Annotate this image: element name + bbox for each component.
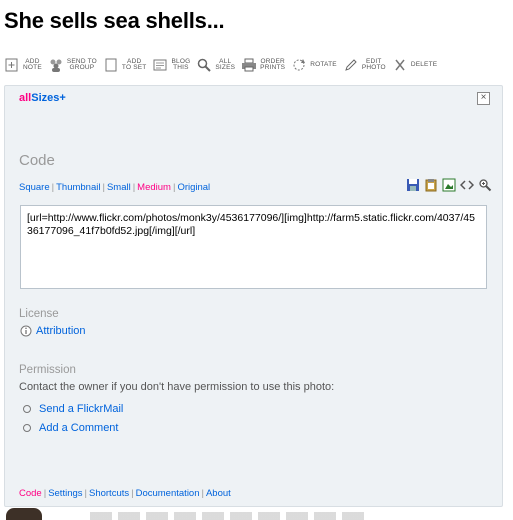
separator: | — [102, 182, 105, 193]
truncated-text — [90, 512, 370, 520]
set-icon — [105, 58, 117, 72]
separator: | — [84, 488, 87, 499]
blog-this-button[interactable]: BLOG THIS — [152, 57, 190, 73]
delete-icon — [395, 59, 405, 71]
footer-about-link[interactable]: About — [206, 488, 231, 499]
send-to-group-button[interactable]: SEND TO GROUP — [48, 57, 97, 73]
brand-sizes: Sizes+ — [31, 92, 66, 104]
footer-settings-link[interactable]: Settings — [48, 488, 82, 499]
bullet-icon — [23, 424, 31, 432]
rotate-label: ROTATE — [310, 60, 337, 68]
permission-text: Contact the owner if you don't have perm… — [19, 381, 335, 393]
blog-icon — [153, 59, 167, 71]
separator: | — [131, 488, 134, 499]
send-flickrmail-label: Send a FlickrMail — [39, 403, 124, 415]
zoom-icon[interactable] — [478, 178, 492, 192]
pencil-icon — [345, 59, 357, 71]
footer-documentation-link[interactable]: Documentation — [136, 488, 200, 499]
add-comment-label: Add a Comment — [39, 422, 119, 434]
code-heading: Code — [19, 152, 55, 169]
printer-icon — [242, 58, 257, 72]
add-to-set-label-2: TO SET — [121, 64, 147, 71]
photo-toolbar: ADD NOTE SEND TO GROUP ADD TO SET BLOG THIS … — [4, 55, 443, 75]
size-selector: Square | Thumbnail | Small | Medium | Original — [19, 182, 210, 193]
note-icon — [5, 58, 18, 72]
code-icon[interactable] — [459, 178, 475, 192]
footer-code-link[interactable]: Code — [19, 488, 42, 499]
group-icon — [50, 59, 62, 72]
license-heading: License — [19, 308, 59, 320]
delete-button[interactable]: DELETE — [392, 57, 438, 73]
separator: | — [132, 182, 136, 193]
separator: | — [51, 182, 55, 193]
code-textarea[interactable]: [url=http://www.flickr.com/photos/monk3y… — [20, 205, 487, 289]
license-link-label: Attribution — [36, 325, 86, 337]
bullet-icon — [23, 405, 31, 413]
permission-heading: Permission — [19, 364, 76, 376]
rotate-button[interactable]: ROTATE — [291, 57, 337, 73]
brand-all: all — [19, 92, 32, 104]
separator: | — [172, 182, 176, 193]
size-original-link[interactable]: Original — [177, 182, 210, 193]
all-sizes-button[interactable]: ALL SIZES — [196, 57, 235, 73]
code-tools — [402, 178, 492, 192]
order-prints-button[interactable]: ORDER PRINTS — [241, 57, 285, 73]
panel-footer: Code | Settings | Shortcuts | Documentation | Ab… — [19, 488, 231, 499]
license-link[interactable]: Attribution — [20, 325, 86, 337]
footer-shortcuts-link[interactable]: Shortcuts — [89, 488, 129, 499]
all-sizes-label-2: SIZES — [215, 64, 236, 71]
add-to-set-button[interactable]: ADD TO SET — [103, 57, 147, 73]
add-note-label-2: NOTE — [23, 64, 42, 71]
clipboard-icon[interactable] — [424, 178, 438, 192]
add-comment-link[interactable]: Add a Comment — [23, 422, 118, 434]
size-thumbnail-link[interactable]: Thumbnail — [56, 182, 100, 193]
page-title: She sells sea shells... — [4, 8, 225, 33]
delete-label: DELETE — [410, 60, 438, 68]
separator: | — [43, 488, 47, 499]
rotate-icon — [293, 59, 306, 71]
info-icon — [20, 325, 32, 337]
edit-photo-button[interactable]: EDIT PHOTO — [343, 57, 386, 73]
image-icon[interactable] — [442, 178, 456, 192]
close-button[interactable]: × — [477, 92, 490, 105]
size-small-link[interactable]: Small — [107, 182, 131, 193]
order-prints-label-2: PRINTS — [260, 64, 286, 71]
add-note-button[interactable]: ADD NOTE — [4, 57, 42, 73]
blog-this-label-2: THIS — [173, 64, 189, 71]
save-icon[interactable] — [406, 178, 420, 192]
allsizes-logo: allSizes+ — [19, 92, 66, 104]
send-to-group-label-2: GROUP — [69, 64, 95, 71]
magnifier-icon — [198, 58, 212, 72]
send-flickrmail-link[interactable]: Send a FlickrMail — [23, 403, 123, 415]
size-square-link[interactable]: Square — [19, 182, 50, 193]
separator: | — [201, 488, 204, 499]
avatar — [6, 508, 42, 520]
edit-photo-label-2: PHOTO — [361, 64, 386, 71]
size-medium-link[interactable]: Medium — [137, 182, 171, 193]
allsizes-panel: allSizes+ × Code Square | Thumbnail | Small |… — [4, 85, 503, 507]
